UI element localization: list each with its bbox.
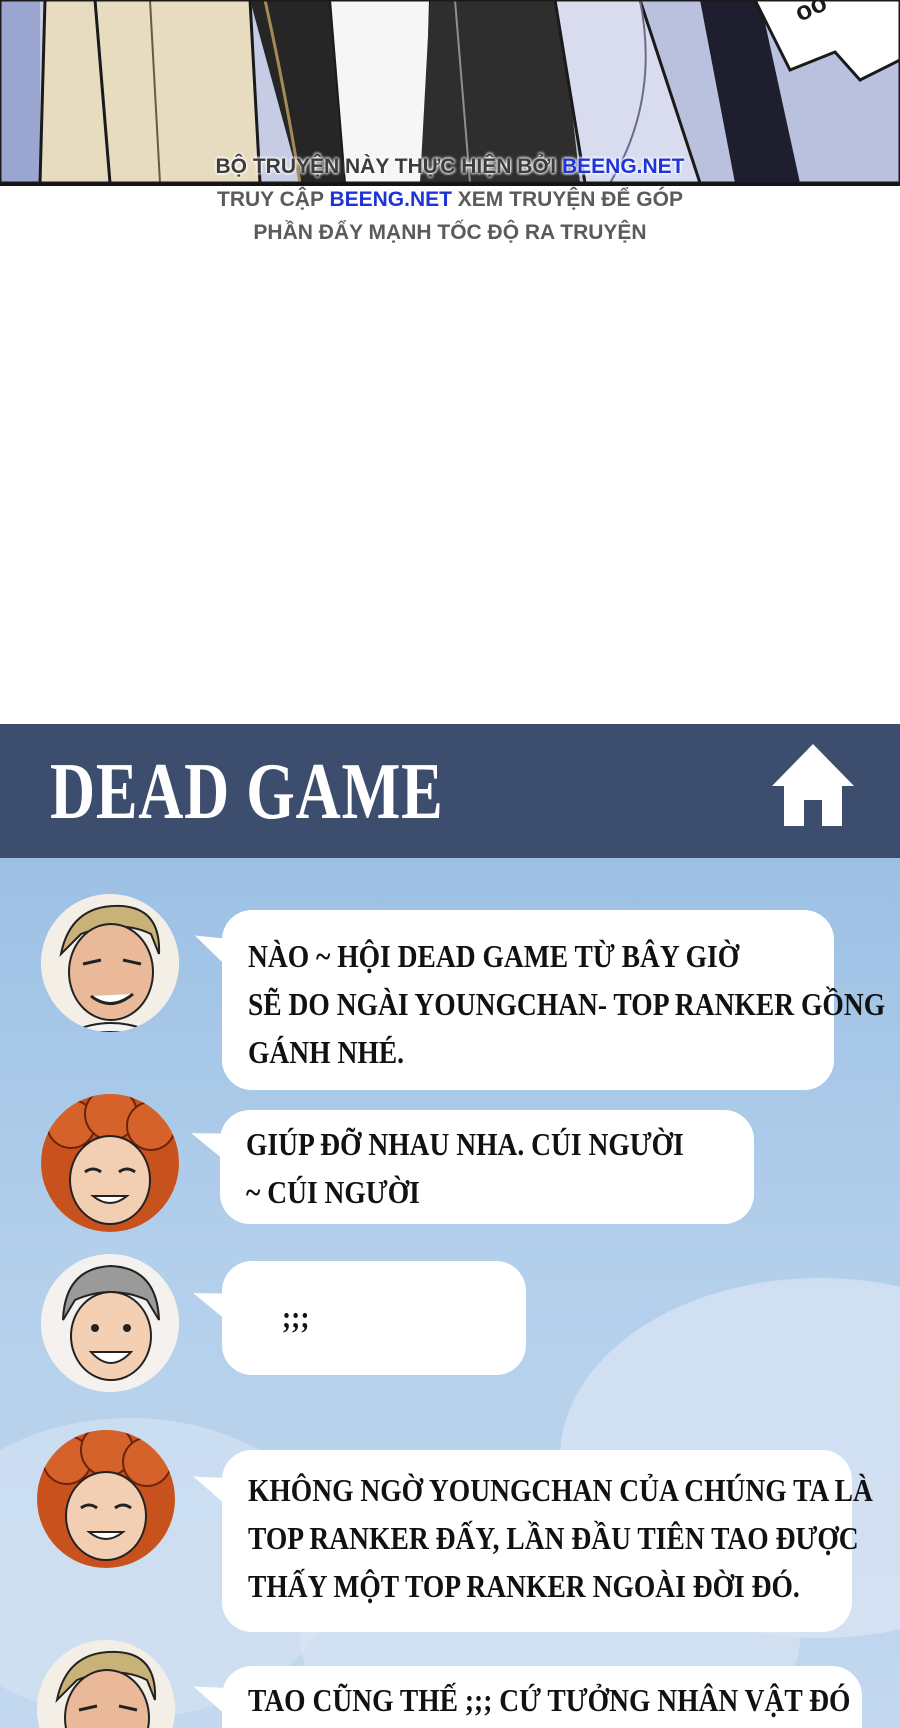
chat-bubble: ;;; [222, 1261, 526, 1375]
credit-site-link-2[interactable]: BEENG.NET [329, 188, 452, 211]
message-line: TOP RANKER ĐẤY, LẦN ĐẦU TIÊN TAO ĐƯỢC [248, 1520, 859, 1556]
chat-bubble: KHÔNG NGỜ YOUNGCHAN CỦA CHÚNG TA LÀ TOP … [222, 1450, 873, 1632]
avatar[interactable] [41, 1094, 179, 1232]
chat-bubble: NÀO ~ HỘI DEAD GAME TỪ BÂY GIỜ SẼ DO NGÀ… [222, 910, 885, 1090]
message-text: ;;; [282, 1299, 310, 1335]
credit-line-3: PHẦN ĐẨY MẠNH TỐC ĐỘ RA TRUYỆN [253, 221, 647, 244]
message-line: KHÔNG NGỜ YOUNGCHAN CỦA CHÚNG TA LÀ [248, 1472, 873, 1508]
message-line: SẼ DO NGÀI YOUNGCHAN- TOP RANKER GỒNG [248, 986, 886, 1022]
curly-red-hair-avatar [37, 1430, 175, 1568]
message-text: GIÚP ĐỠ NHAU NHA. CÚI NGƯỜI ~ CÚI NGƯỜI [246, 1120, 684, 1216]
gray-hair-boy-avatar [41, 1254, 179, 1392]
message-line: GÁNH NHÉ. [248, 1034, 404, 1070]
message-text: KHÔNG NGỜ YOUNGCHAN CỦA CHÚNG TA LÀ TOP … [248, 1466, 873, 1610]
message-line: THẤY MỘT TOP RANKER NGOÀI ĐỜI ĐÓ. [248, 1568, 800, 1604]
message-text: TAO CŨNG THẾ ;;; CỨ TƯỞNG NHÂN VẬT ĐÓ [248, 1682, 851, 1718]
credit-line-2: TRUY CẬP BEENG.NET XEM TRUYỆN ĐỂ GÓP [0, 183, 900, 216]
credit-site-link-1[interactable]: BEENG.NET [562, 155, 685, 178]
message-line: GIÚP ĐỠ NHAU NHA. CÚI NGƯỜI [246, 1126, 684, 1162]
chat-title: DEAD GAME [50, 748, 444, 836]
chat-bubble: TAO CŨNG THẾ ;;; CỨ TƯỞNG NHÂN VẬT ĐÓ [222, 1666, 862, 1728]
chat-bubble: GIÚP ĐỠ NHAU NHA. CÚI NGƯỜI ~ CÚI NGƯỜI [220, 1110, 754, 1224]
home-icon[interactable] [770, 740, 856, 830]
chat-messages: NÀO ~ HỘI DEAD GAME TỪ BÂY GIỜ SẼ DO NGÀ… [0, 858, 900, 1728]
chat-header: DEAD GAME [0, 724, 900, 858]
avatar[interactable] [37, 1430, 175, 1568]
message-line: ~ CÚI NGƯỜI [246, 1174, 420, 1210]
credit-line-2-prefix: TRUY CẬP [217, 188, 330, 211]
slick-haired-man-avatar [41, 894, 179, 1032]
message-text: NÀO ~ HỘI DEAD GAME TỪ BÂY GIỜ SẼ DO NGÀ… [248, 932, 885, 1076]
avatar[interactable] [41, 894, 179, 1032]
credit-line-2-suffix: XEM TRUYỆN ĐỂ GÓP [451, 188, 683, 211]
credit-line-1: BỘ TRUYỆN NÀY THỰC HIỆN BỞI BEENG.NET [0, 150, 900, 183]
credit-line-1-text: BỘ TRUYỆN NÀY THỰC HIỆN BỞI [215, 155, 562, 178]
scanlation-credit: BỘ TRUYỆN NÀY THỰC HIỆN BỞI BEENG.NET TR… [0, 150, 900, 249]
curly-red-hair-avatar [41, 1094, 179, 1232]
group-chat-panel: DEAD GAME NÀO ~ HỘI DEAD GAME TỪ BÂY GIỜ [0, 724, 900, 1728]
avatar[interactable] [41, 1254, 179, 1392]
message-line: NÀO ~ HỘI DEAD GAME TỪ BÂY GIỜ [248, 938, 740, 974]
